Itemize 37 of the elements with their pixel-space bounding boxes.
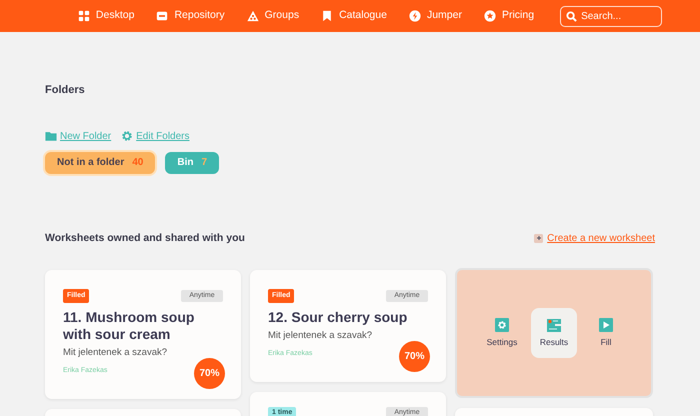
worksheet-title: 12. Sour cherry soup <box>268 308 408 326</box>
folder-chip[interactable]: Not in a folder 40 <box>45 152 156 174</box>
nav-link[interactable]: Jumper <box>408 8 462 24</box>
search-field[interactable]: Search... <box>560 6 662 26</box>
score-badge: 70% <box>194 358 225 388</box>
worksheet-card[interactable]: Settings Results Fill <box>455 268 653 398</box>
star-icon <box>484 10 496 22</box>
folder-link[interactable]: New Folder <box>60 128 112 144</box>
action-button[interactable]: Fill <box>583 308 629 358</box>
gear-icon <box>121 130 134 142</box>
search-icon <box>566 10 578 22</box>
folder-icon <box>45 130 57 142</box>
nav-link[interactable]: Pricing <box>484 8 534 24</box>
bolt-icon <box>408 10 421 22</box>
card-icon <box>156 10 168 22</box>
nav-link[interactable]: Catalogue <box>321 8 387 24</box>
play-icon <box>599 318 613 332</box>
nav-link[interactable]: Groups <box>246 8 300 24</box>
grid-icon <box>78 10 90 22</box>
results-icon <box>547 318 561 332</box>
action-button[interactable]: Results <box>531 308 577 358</box>
create-worksheet-link[interactable]: Create a new worksheet <box>547 230 655 246</box>
triangle-icon <box>246 10 259 22</box>
worksheet-subtitle: Mit jelentenek a szavak? <box>63 346 168 360</box>
folder-chip[interactable]: Bin 7 <box>165 152 220 174</box>
gear-icon <box>495 318 509 332</box>
bookmark-icon <box>321 10 334 22</box>
section-heading: Folders <box>45 83 85 98</box>
worksheet-subtitle: Mit jelentenek a szavak? <box>268 328 374 343</box>
score-badge: 70% <box>399 340 430 372</box>
folder-link[interactable]: Edit Folders <box>136 128 190 144</box>
action-button[interactable]: Settings <box>479 308 525 358</box>
section-heading: Worksheets owned and shared with you <box>45 230 245 246</box>
worksheet-icon <box>533 232 544 244</box>
nav-link[interactable]: Repository <box>156 8 225 24</box>
nav-link[interactable]: Desktop <box>78 8 134 24</box>
worksheet-title: 11. Mushroom soup with sour cream <box>63 308 196 343</box>
